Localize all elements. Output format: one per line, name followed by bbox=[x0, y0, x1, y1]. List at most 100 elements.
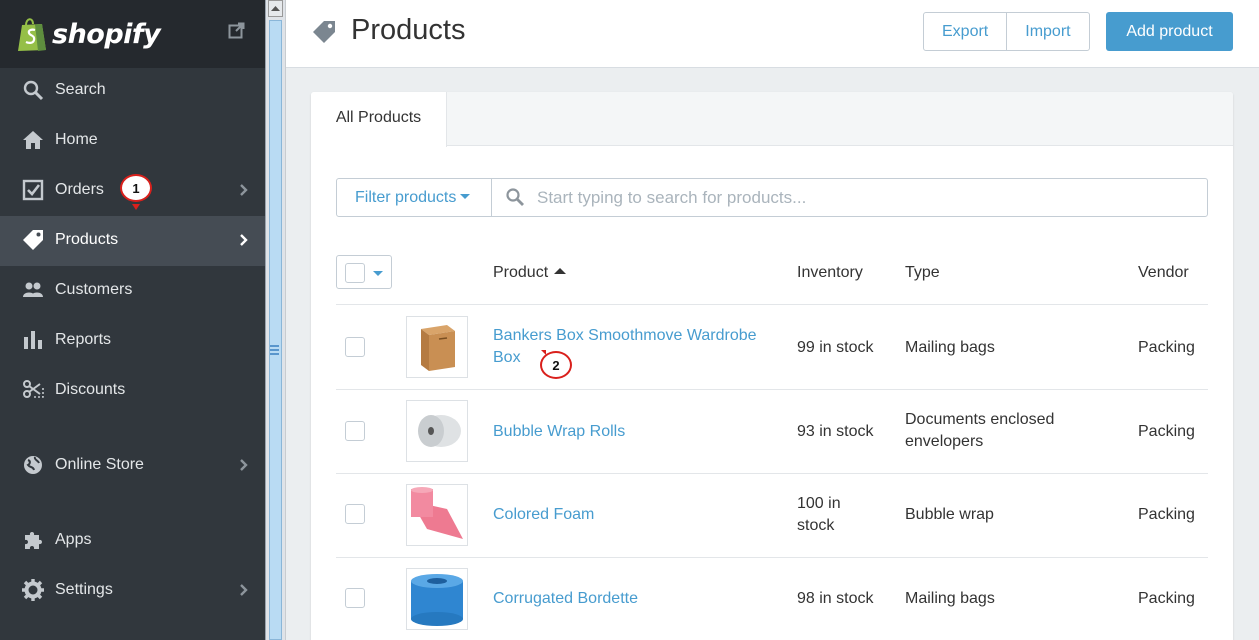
inventory-cell: 98 in stock bbox=[797, 590, 874, 607]
export-import-group: Export Import bbox=[923, 12, 1090, 51]
inventory-cell: 100 in stock bbox=[797, 495, 841, 534]
search-icon bbox=[23, 80, 44, 101]
chevron-right-icon bbox=[240, 459, 248, 471]
annotation-pointer bbox=[538, 350, 546, 355]
search-input[interactable] bbox=[537, 183, 1197, 212]
product-name-link[interactable]: Bankers Box Smoothmove Wardrobe Box bbox=[493, 325, 778, 369]
product-thumbnail[interactable] bbox=[406, 484, 468, 546]
row-checkbox[interactable] bbox=[345, 588, 365, 608]
discounts-icon bbox=[23, 380, 44, 398]
page-title: Products bbox=[351, 14, 466, 46]
sidebar-item-search[interactable]: Search bbox=[0, 66, 265, 116]
table-header: Product Inventory Type Vendor bbox=[336, 244, 1208, 305]
vendor-cell: Packing bbox=[1138, 590, 1195, 607]
sidebar-item-label: Orders bbox=[55, 181, 104, 198]
export-button[interactable]: Export bbox=[924, 13, 1006, 50]
tag-icon bbox=[23, 230, 43, 250]
table-row: Bubble Wrap Rolls 93 in stock Documents … bbox=[336, 390, 1208, 474]
filter-products-label: Filter products bbox=[355, 189, 457, 206]
annotation-step-1: 1 bbox=[120, 174, 152, 202]
splitter-handle[interactable] bbox=[269, 20, 282, 640]
vendor-cell: Packing bbox=[1138, 423, 1195, 440]
sidebar-item-label: Discounts bbox=[55, 381, 126, 398]
vendor-cell: Packing bbox=[1138, 339, 1195, 356]
sidebar-item-apps[interactable]: Apps bbox=[0, 516, 265, 566]
sidebar-item-customers[interactable]: Customers bbox=[0, 266, 265, 316]
tag-icon bbox=[313, 21, 335, 43]
product-thumbnail[interactable] bbox=[406, 316, 468, 378]
shopify-bag-icon[interactable] bbox=[16, 16, 48, 52]
search-icon bbox=[506, 188, 524, 206]
sidebar-item-label: Settings bbox=[55, 581, 113, 598]
customers-icon bbox=[23, 282, 43, 297]
type-cell: Bubble wrap bbox=[905, 506, 994, 523]
sort-ascending-icon bbox=[554, 268, 567, 275]
page-header: Products Export Import Add product bbox=[286, 0, 1259, 68]
table-row: Colored Foam 100 in stock Bubble wrap Pa… bbox=[336, 474, 1208, 558]
brand-name[interactable]: shopify bbox=[52, 19, 161, 50]
bubble-wrap-roll-image bbox=[418, 415, 461, 447]
external-link-icon[interactable] bbox=[228, 22, 245, 39]
product-thumbnail[interactable] bbox=[406, 568, 468, 630]
sidebar-item-home[interactable]: Home bbox=[0, 116, 265, 166]
select-all-checkbox[interactable] bbox=[345, 263, 365, 283]
table-row: Bankers Box Smoothmove Wardrobe Box 99 i… bbox=[336, 306, 1208, 390]
sidebar-item-settings[interactable]: Settings bbox=[0, 566, 265, 616]
caret-down-icon[interactable] bbox=[373, 271, 383, 276]
sidebar-item-label: Customers bbox=[55, 281, 133, 298]
sidebar-item-discounts[interactable]: Discounts bbox=[0, 366, 265, 416]
splitter-up-arrow-icon[interactable] bbox=[268, 0, 283, 17]
sidebar-item-label: Apps bbox=[55, 531, 92, 548]
panel-splitter[interactable] bbox=[265, 0, 286, 640]
column-header-label: Product bbox=[493, 264, 549, 281]
filter-bar: Filter products bbox=[336, 178, 1208, 217]
type-cell: Mailing bags bbox=[905, 590, 995, 607]
column-header-inventory: Inventory bbox=[797, 264, 863, 281]
brand-bar: shopify bbox=[0, 0, 265, 68]
table-row: Corrugated Bordette 98 in stock Mailing … bbox=[336, 558, 1208, 640]
caret-down-icon bbox=[460, 194, 471, 200]
reports-icon bbox=[24, 331, 42, 349]
chevron-right-icon bbox=[240, 584, 248, 596]
gear-icon bbox=[22, 579, 44, 601]
row-checkbox[interactable] bbox=[345, 504, 365, 524]
column-header-product[interactable]: Product bbox=[493, 264, 567, 282]
type-cell: Documents enclosed envelopers bbox=[905, 411, 1055, 450]
orders-icon bbox=[22, 179, 44, 201]
row-checkbox[interactable] bbox=[345, 337, 365, 357]
product-name-link[interactable]: Colored Foam bbox=[493, 504, 778, 526]
sidebar: shopify Search Home Orders 1 Products Cu… bbox=[0, 0, 265, 640]
home-icon bbox=[23, 131, 43, 149]
sidebar-item-label: Reports bbox=[55, 331, 112, 348]
chevron-right-icon bbox=[240, 184, 248, 196]
column-header-type: Type bbox=[905, 264, 940, 281]
sidebar-item-products[interactable]: Products bbox=[0, 216, 265, 266]
annotation-pointer bbox=[132, 204, 140, 210]
product-thumbnail[interactable] bbox=[406, 400, 468, 462]
type-cell: Mailing bags bbox=[905, 339, 995, 356]
product-name-link[interactable]: Bubble Wrap Rolls bbox=[493, 421, 778, 443]
row-checkbox[interactable] bbox=[345, 421, 365, 441]
sidebar-item-label: Search bbox=[55, 81, 106, 98]
annotation-step-2: 2 bbox=[540, 351, 572, 379]
sidebar-item-label: Online Store bbox=[55, 456, 144, 473]
blue-bordette-roll-image bbox=[411, 574, 463, 626]
sidebar-item-online-store[interactable]: Online Store bbox=[0, 441, 265, 491]
filter-products-button[interactable]: Filter products bbox=[337, 179, 492, 216]
chevron-right-icon bbox=[240, 234, 248, 246]
tab-bar: All Products bbox=[311, 92, 1233, 147]
cardboard-box-image bbox=[421, 325, 455, 371]
tab-all-products[interactable]: All Products bbox=[311, 92, 447, 147]
product-name-link[interactable]: Corrugated Bordette bbox=[493, 588, 778, 610]
pink-foam-roll-image bbox=[411, 487, 463, 539]
import-button[interactable]: Import bbox=[1006, 13, 1088, 50]
globe-icon bbox=[24, 456, 42, 474]
inventory-cell: 99 in stock bbox=[797, 339, 874, 356]
sidebar-item-label: Products bbox=[55, 231, 119, 248]
bulk-select-control[interactable] bbox=[336, 255, 392, 289]
column-header-vendor: Vendor bbox=[1138, 264, 1189, 281]
sidebar-item-label: Home bbox=[55, 131, 98, 148]
add-product-button[interactable]: Add product bbox=[1106, 12, 1233, 51]
sidebar-item-reports[interactable]: Reports bbox=[0, 316, 265, 366]
grip-icon bbox=[270, 345, 279, 355]
